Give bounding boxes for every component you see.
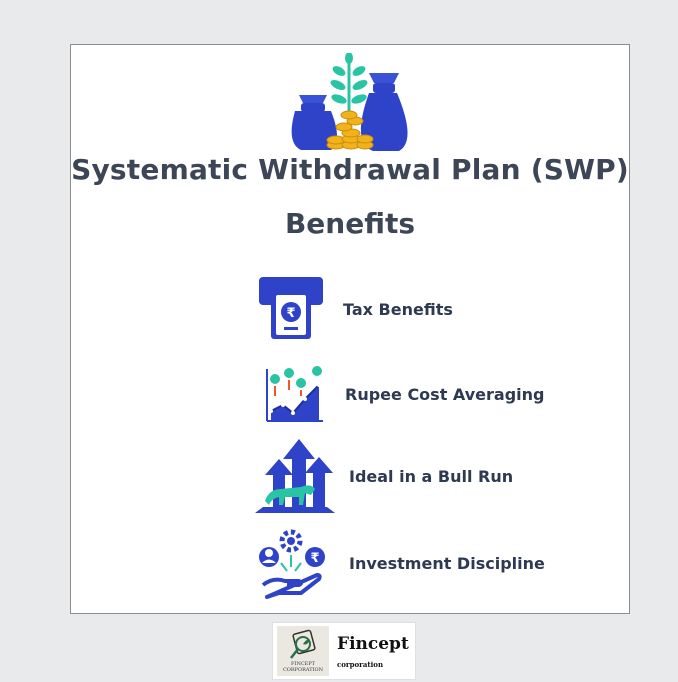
benefit-tax: ₹ Tax Benefits <box>257 277 453 341</box>
svg-text:₹: ₹ <box>286 306 295 321</box>
benefit-label-bull-run: Ideal in a Bull Run <box>349 466 514 486</box>
magnifier-leaf-icon <box>290 629 316 659</box>
benefit-rupee-cost-averaging: Rupee Cost Averaging <box>263 363 544 425</box>
infographic-card: Systematic Withdrawal Plan (SWP) Benefit… <box>70 44 630 614</box>
fincept-logo-mark: FINCEPT CORPORATION <box>277 626 329 676</box>
benefit-investment-discipline: ₹ Investment Discipline <box>257 527 545 599</box>
bull-arrows-icon <box>255 439 335 513</box>
logo-mark-text: FINCEPT CORPORATION <box>282 661 324 673</box>
rupee-cost-chart-icon <box>266 366 323 422</box>
infographic-subtitle: Benefits <box>284 207 416 240</box>
logo-name: Fincept <box>337 633 409 654</box>
logo-sub: corporation <box>337 659 384 669</box>
money-bags-plant-icon <box>291 53 408 151</box>
benefit-label-tax: Tax Benefits <box>343 299 453 319</box>
benefit-label-discipline: Investment Discipline <box>349 553 545 573</box>
svg-text:₹: ₹ <box>310 551 319 566</box>
infographic-title: Systematic Withdrawal Plan (SWP) <box>71 153 629 186</box>
fincept-logo: FINCEPT CORPORATION Fincept corporation <box>272 622 416 680</box>
benefit-bull-run: Ideal in a Bull Run <box>255 439 513 513</box>
atm-rupee-icon: ₹ <box>259 277 323 339</box>
discipline-hand-icon: ₹ <box>259 529 325 599</box>
benefit-label-rupee-cost: Rupee Cost Averaging <box>345 384 545 404</box>
